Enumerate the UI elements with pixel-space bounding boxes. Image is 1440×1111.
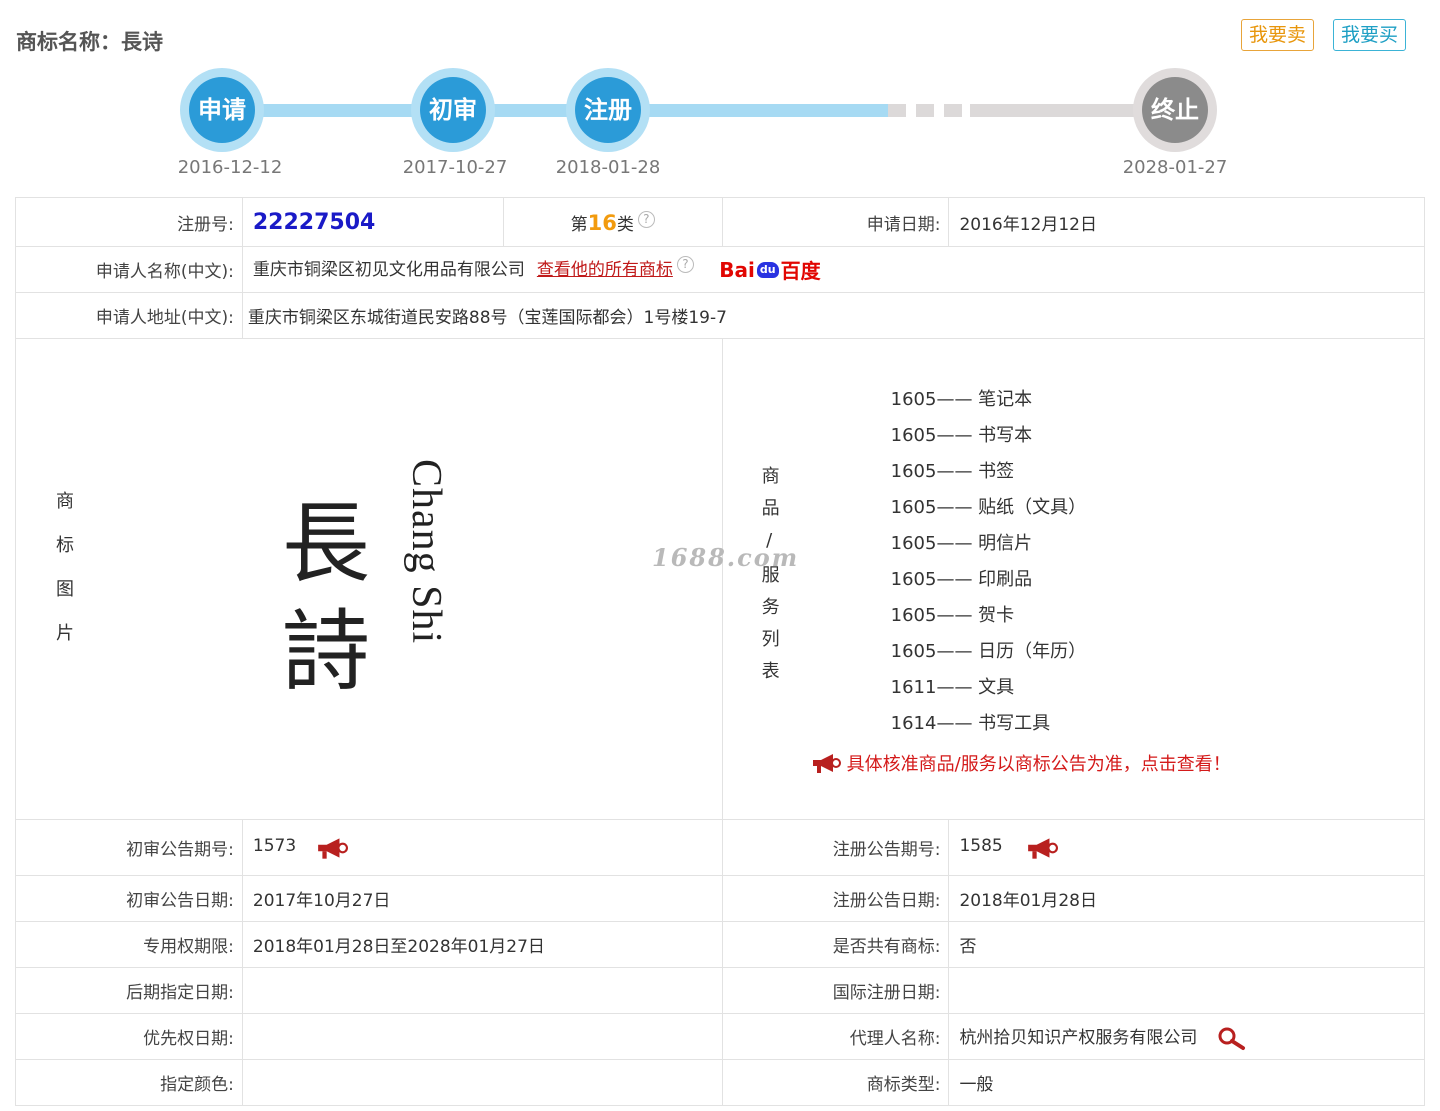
timeline-node-label: 终止 <box>1142 77 1208 143</box>
timeline-node-label: 初审 <box>420 77 486 143</box>
reg-no-label: 注册号: <box>15 197 243 247</box>
table-row: 申请人地址(中文): 重庆市铜梁区东城街道民安路88号（宝莲国际都会）1号楼19… <box>15 292 1426 339</box>
timeline-node-prelim: 初审 <box>411 68 495 152</box>
timeline-date: 2018-01-28 <box>555 157 661 178</box>
class-cell: 第16类? <box>502 197 723 247</box>
mark-image-label: 商标图片 <box>53 491 74 667</box>
class-number: 16 <box>587 210 617 235</box>
mark-type-label: 商标类型: <box>721 1059 950 1106</box>
timeline-progress-line <box>220 104 888 117</box>
baidu-logo-text: Bai <box>719 257 755 282</box>
list-item: 1611—— 文具 <box>890 677 1015 698</box>
megaphone-icon[interactable] <box>316 836 348 860</box>
timeline-node-label: 申请 <box>189 77 255 143</box>
table-row: 初审公告期号: 1573 注册公告期号: 1585 <box>15 819 1425 876</box>
class-prefix: 第 <box>570 214 588 235</box>
later-date-value <box>241 967 723 1014</box>
table-row: 注册号: 22227504 第16类? 申请日期: 2016年12月12日 <box>15 197 1425 247</box>
color-value <box>241 1059 723 1106</box>
timeline-dash <box>916 104 934 117</box>
table-row: 申请人名称(中文): 重庆市铜梁区初见文化用品有限公司 查看他的所有商标? Bai… <box>15 246 1426 293</box>
agent-label: 代理人名称: <box>721 1013 950 1060</box>
reg-no-value: 22227504 <box>252 209 376 235</box>
intl-date-value <box>948 967 1425 1014</box>
trademark-image: 長 詩 Chang Shi <box>282 459 482 703</box>
reg-pub-date-label: 注册公告日期: <box>721 875 950 922</box>
baidu-search-link[interactable]: Bai du 百度 <box>719 255 820 284</box>
help-icon[interactable]: ? <box>676 256 694 274</box>
mark-latin-text: Chang Shi <box>403 459 449 645</box>
shared-value: 否 <box>948 921 1425 968</box>
address-value: 重庆市铜梁区东城街道民安路88号（宝莲国际都会）1号楼19-7 <box>241 292 1426 339</box>
goods-notice-text: 具体核准商品/服务以商标公告为准，点击查看！ <box>846 754 1231 775</box>
color-label: 指定颜色: <box>15 1059 243 1106</box>
prelim-no-label: 初审公告期号: <box>15 819 243 876</box>
apply-date-label: 申请日期: <box>721 197 950 247</box>
mark-type-value: 一般 <box>948 1059 1425 1106</box>
list-item: 1605—— 贴纸（文具） <box>890 497 1087 518</box>
table-row: 商标图片 長 詩 Chang Shi 商品/服务列表 1605—— 笔记本 16… <box>15 338 1426 820</box>
timeline-date: 2028-01-27 <box>1122 157 1228 178</box>
term-label: 专用权期限: <box>15 921 243 968</box>
list-item: 1605—— 贺卡 <box>890 605 1015 626</box>
table-row: 后期指定日期: 国际注册日期: <box>15 967 1425 1014</box>
list-item: 1605—— 笔记本 <box>890 389 1033 410</box>
list-item: 1605—— 书签 <box>890 461 1015 482</box>
timeline-date: 2017-10-27 <box>402 157 508 178</box>
term-value: 2018年01月28日至2028年01月27日 <box>241 921 723 968</box>
list-item: 1605—— 日历（年历） <box>890 641 1087 662</box>
priority-date-label: 优先权日期: <box>15 1013 243 1060</box>
prelim-no-value: 1573 <box>252 835 297 856</box>
shared-label: 是否共有商标: <box>721 921 950 968</box>
timeline-date: 2016-12-12 <box>177 157 283 178</box>
baidu-paw-icon: du <box>756 261 779 278</box>
timeline-node-register: 注册 <box>566 68 650 152</box>
megaphone-icon <box>812 754 841 773</box>
applicant-label: 申请人名称(中文): <box>15 246 243 293</box>
all-marks-link[interactable]: 查看他的所有商标 <box>537 260 673 280</box>
search-icon[interactable] <box>1215 1025 1249 1051</box>
list-item: 1605—— 明信片 <box>890 533 1033 554</box>
timeline-dash <box>944 104 962 117</box>
trademark-info-table: 注册号: 22227504 第16类? 申请日期: 2016年12月12日 申请… <box>15 197 1426 1106</box>
agent-value: 杭州拾贝知识产权服务有限公司 <box>959 1027 1198 1048</box>
table-row: 初审公告日期: 2017年10月27日 注册公告日期: 2018年01月28日 <box>15 875 1425 922</box>
priority-date-value <box>241 1013 723 1060</box>
sell-button[interactable]: 我要卖 <box>1241 19 1315 51</box>
baidu-logo-text: 百度 <box>780 259 821 284</box>
mark-cjk-bottom: 詩 <box>282 600 371 703</box>
table-row: 专用权期限: 2018年01月28日至2028年01月27日 是否共有商标: 否 <box>15 921 1425 968</box>
goods-list-label: 商品/服务列表 <box>758 465 780 693</box>
page-title: 商标名称：長诗 <box>16 30 163 54</box>
intl-date-label: 国际注册日期: <box>721 967 950 1014</box>
applicant-value: 重庆市铜梁区初见文化用品有限公司 <box>252 259 525 280</box>
timeline-node-end: 终止 <box>1133 68 1217 152</box>
later-date-label: 后期指定日期: <box>15 967 243 1014</box>
timeline-node-label: 注册 <box>575 77 641 143</box>
timeline-node-apply: 申请 <box>180 68 264 152</box>
list-item: 1605—— 书写本 <box>890 425 1033 446</box>
list-item: 1605—— 印刷品 <box>890 569 1033 590</box>
table-row: 优先权日期: 代理人名称: 杭州拾贝知识产权服务有限公司 <box>15 1013 1425 1060</box>
reg-pub-date-value: 2018年01月28日 <box>948 875 1425 922</box>
buy-button[interactable]: 我要买 <box>1333 19 1407 51</box>
list-item: 1614—— 书写工具 <box>890 713 1051 734</box>
class-suffix: 类 <box>616 214 634 235</box>
reg-pub-no-value: 1585 <box>959 835 1003 856</box>
prelim-date-value: 2017年10月27日 <box>241 875 723 922</box>
apply-date-value: 2016年12月12日 <box>948 197 1425 247</box>
reg-pub-no-label: 注册公告期号: <box>721 819 950 876</box>
help-icon[interactable]: ? <box>637 210 655 228</box>
goods-notice-link[interactable]: 具体核准商品/服务以商标公告为准，点击查看！ <box>811 750 1424 776</box>
address-label: 申请人地址(中文): <box>15 292 243 339</box>
timeline-dash <box>888 104 906 117</box>
prelim-date-label: 初审公告日期: <box>15 875 243 922</box>
watermark: 1688.com <box>652 543 800 572</box>
megaphone-icon[interactable] <box>1026 836 1059 860</box>
table-row: 指定颜色: 商标类型: 一般 <box>15 1059 1425 1106</box>
goods-list: 1605—— 笔记本 1605—— 书写本 1605—— 书签 1605—— 贴… <box>815 382 1424 742</box>
